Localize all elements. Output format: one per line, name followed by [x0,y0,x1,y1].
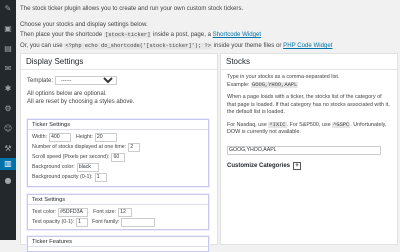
example-label: Example: [227,81,250,88]
template-label: Template: [27,77,54,84]
display-settings-title: Display Settings [21,54,217,70]
stocks-instructions: Type in your stocks as a comma-separated… [227,74,391,89]
ticker-features-group: Ticker Features [27,236,209,252]
example-code: GOOG,YHOO,AAPL [250,81,299,88]
expand-icon[interactable]: + [293,161,302,170]
stocks-p3: For Nasdaq, use ^IXIC. For S&P500, use ^… [227,121,391,137]
font-size-input[interactable] [118,207,133,217]
shortcode-widget-link[interactable]: Shortcode Widget [213,31,261,38]
text-settings-title: Text Settings [28,195,208,205]
bg-color-input[interactable] [76,162,99,172]
text-color-input[interactable] [58,207,89,217]
intro-line-4-b: inside your theme files or [213,42,282,49]
stocks-p2: When a page loads with a ticker, the sto… [227,94,390,115]
intro-line-4-a: Or, you can use [20,42,63,49]
customize-categories[interactable]: Customize Categories + [227,161,391,170]
intro-line-4: Or, you can use <?php echo do_shortcode(… [20,41,396,51]
height-input[interactable] [94,132,117,142]
collapse-icon[interactable]: ● [3,176,13,186]
intro-line-3: Then place your the shortcode [stock-tic… [20,30,396,40]
shortcode-code: [stock-ticker] [104,32,152,38]
php-code-widget-link[interactable]: PHP Code Widget [283,42,332,49]
text-settings-group: Text Settings Text color: Font size: Tex… [27,194,209,230]
scroll-speed-input[interactable] [111,152,126,162]
intro-text: The stock ticker plugin allows you to cr… [20,4,396,52]
settings-icon[interactable]: ▥ [0,158,16,170]
pages-icon[interactable]: ▤ [3,44,13,54]
num-stocks-label: Number of stocks displayed at one time: [32,144,127,150]
intro-line-2: Choose your stocks and display settings … [20,21,148,28]
stocks-panel: Stocks Type in your stocks as a comma-se… [220,53,398,245]
intro-line-1: The stock ticker plugin allows you to cr… [20,5,244,12]
intro-line-3-b: inside a post, page, a [153,31,211,38]
plugins-icon[interactable]: ⚙ [3,104,13,114]
font-size-label: Font size: [93,209,117,215]
stocks-p3-b: . For S&P500, use [286,121,331,128]
text-color-label: Text color: [32,209,57,215]
stocks-p3-a: For Nasdaq, use [227,121,267,128]
bg-color-label: Background color: [32,164,75,170]
nasdaq-code: ^IXIC [268,121,287,128]
tools-icon[interactable]: ⚒ [3,144,13,154]
ticker-settings-group: Ticker Settings Width: Height: Number of… [27,119,209,187]
comments-icon[interactable]: ✉ [3,64,13,74]
pin-icon[interactable]: ✎ [3,4,13,14]
text-opacity-input[interactable] [76,217,89,227]
users-icon[interactable]: ☺ [3,124,13,134]
options-note-2: All are reset by choosing a styles above… [27,99,135,105]
stocks-p1: Type in your stocks as a comma-separated… [227,74,340,80]
intro-line-3-a: Then place your the shortcode [20,31,103,38]
ticker-features-title: Ticker Features [28,237,208,247]
bg-opacity-label: Background opacity (0-1): [32,174,93,180]
height-label: Height: [76,134,93,140]
customize-categories-label: Customize Categories [227,162,291,169]
width-label: Width: [32,134,48,140]
admin-sidebar: ✎ ▣ ▤ ✉ ✱ ⚙ ☺ ⚒ ▥ ● [0,0,16,240]
ticker-settings-title: Ticker Settings [28,120,208,130]
bg-opacity-input[interactable] [94,172,107,182]
main-content: The stock ticker plugin allows you to cr… [16,0,400,252]
font-family-label: Font family: [92,219,120,225]
scroll-speed-label: Scroll speed (Pixels per second): [32,154,110,160]
display-settings-panel: Display Settings Template: ------ All op… [20,53,218,252]
font-family-input[interactable] [121,217,156,227]
appearance-icon[interactable]: ✱ [3,84,13,94]
num-stocks-input[interactable] [128,142,141,152]
stocks-list-input[interactable] [227,145,381,155]
php-code: <?php echo do_shortcode('[stock-ticker]'… [64,43,212,49]
sp500-code: ^GSPC [332,121,351,128]
width-input[interactable] [49,132,72,142]
stocks-title: Stocks [221,54,397,70]
media-icon[interactable]: ▣ [3,24,13,34]
template-select[interactable]: ------ [55,76,118,85]
options-note-1: All options below are optional. [27,91,107,97]
text-opacity-label: Text opacity (0-1): [32,219,75,225]
